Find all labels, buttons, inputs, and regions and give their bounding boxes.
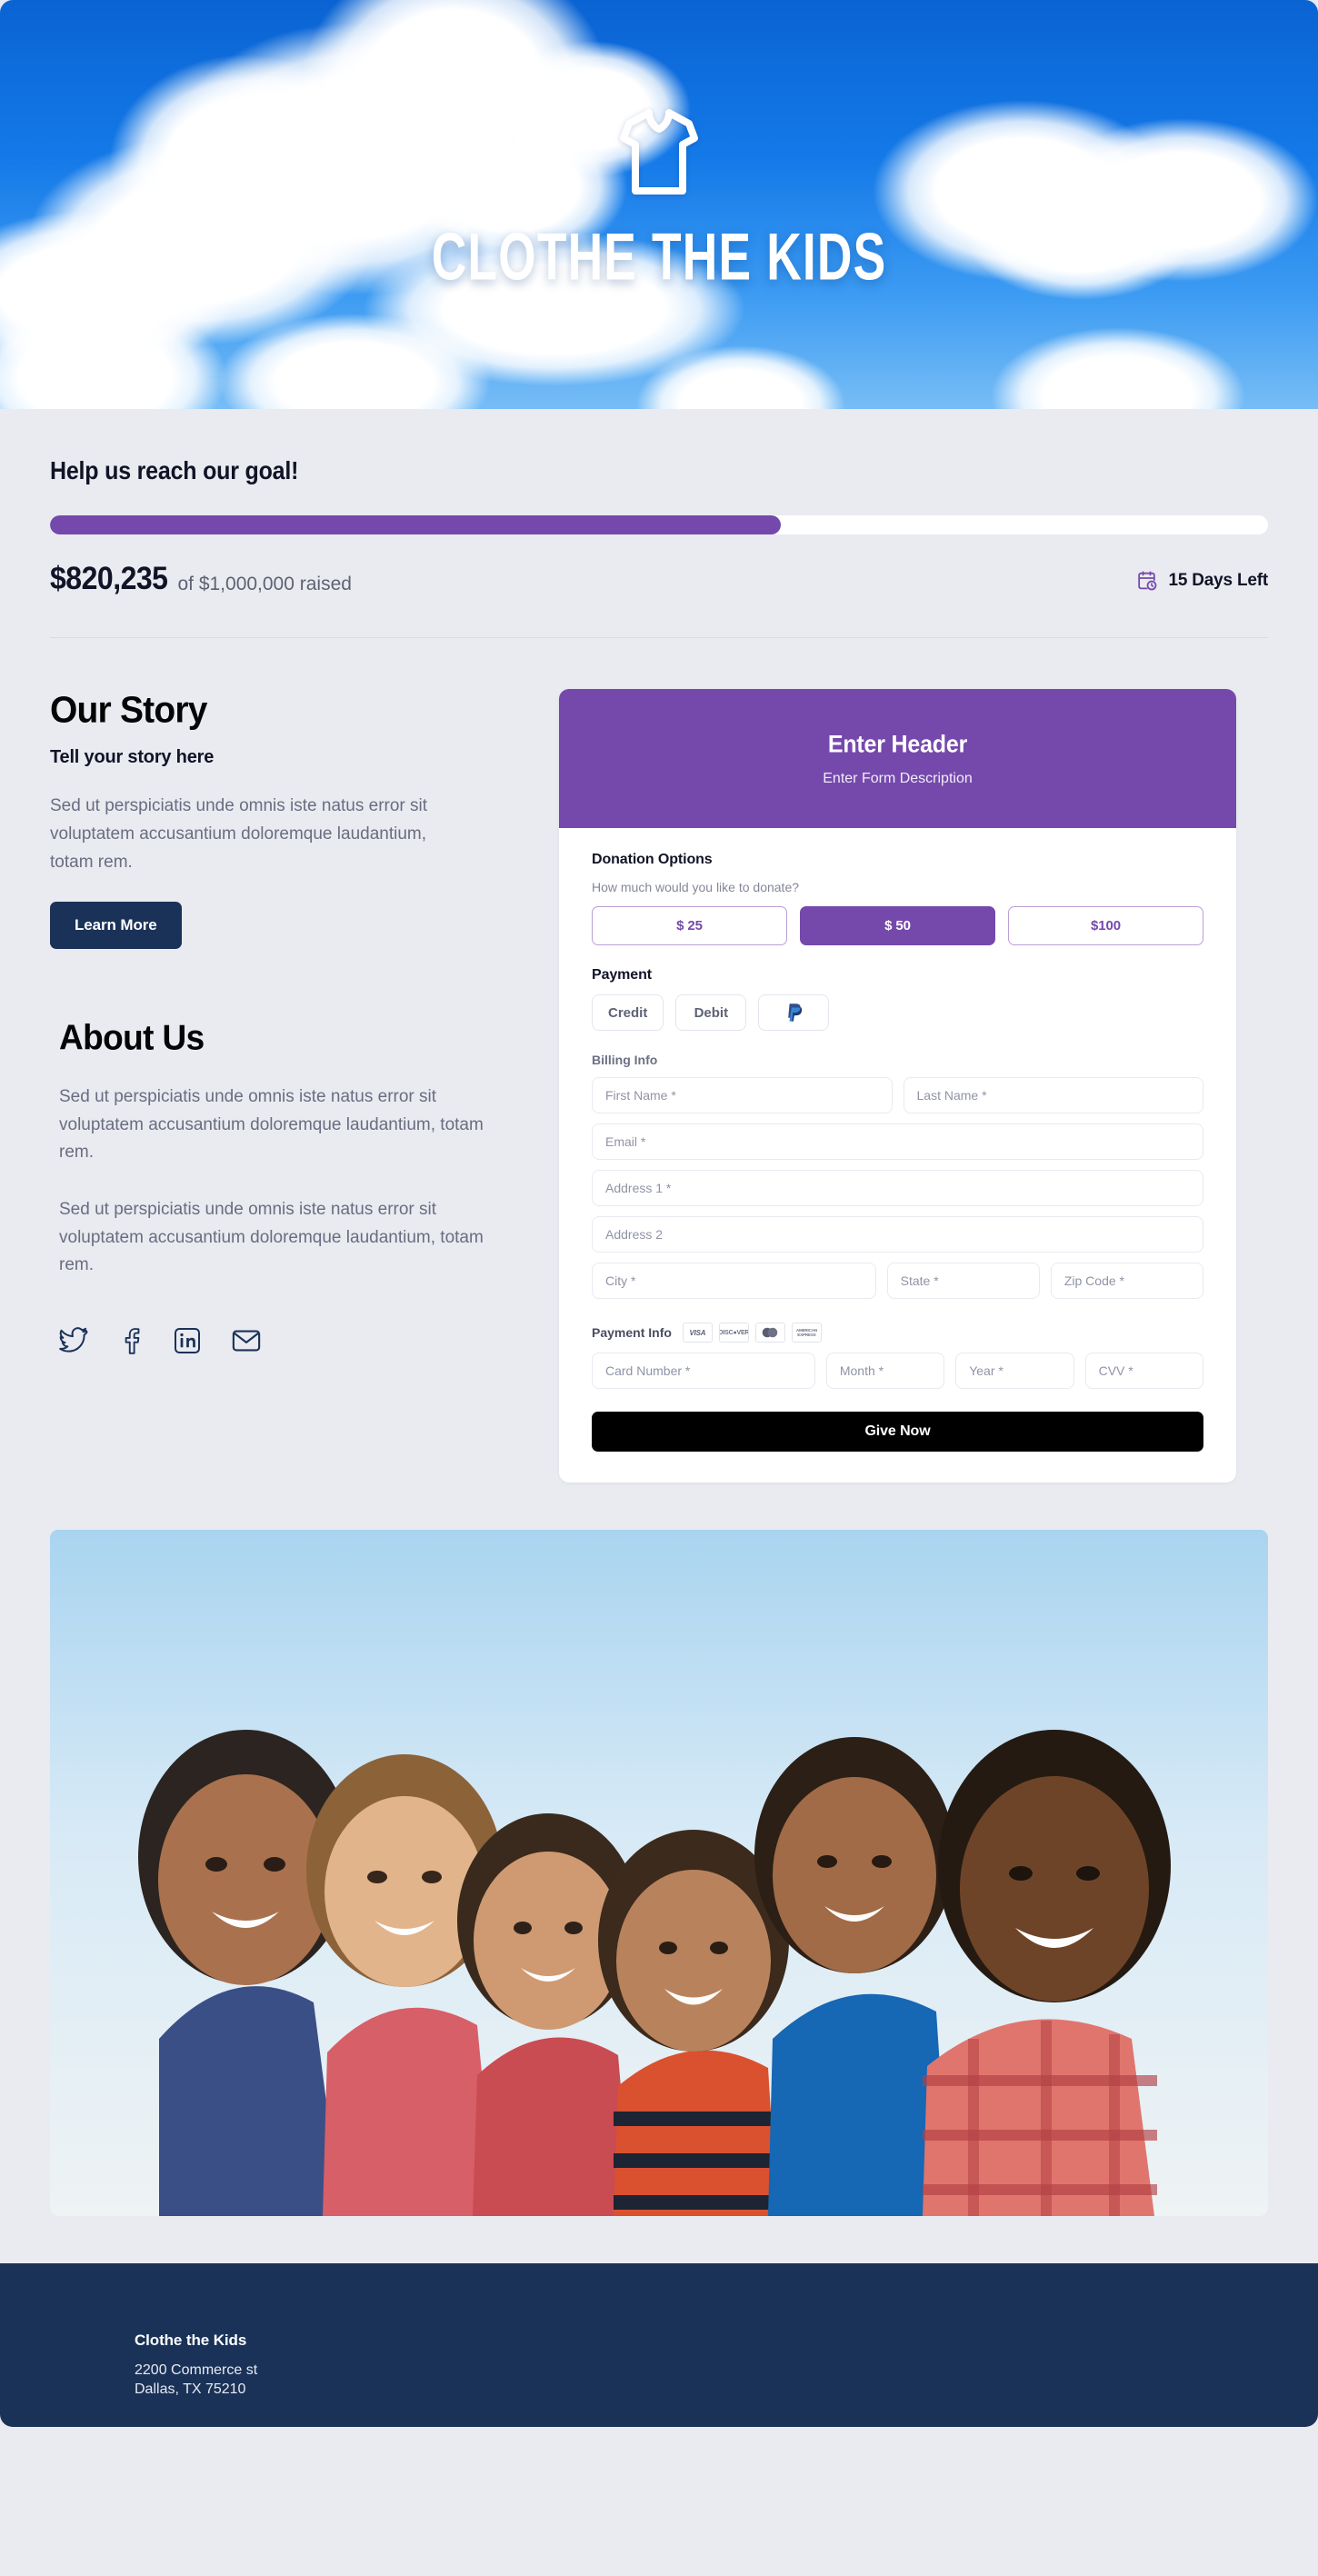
- form-header-title: Enter Header: [827, 730, 968, 759]
- mastercard-icon: [754, 1323, 785, 1343]
- story-column: Our Story Tell your story here Sed ut pe…: [50, 638, 559, 1354]
- social-link-email[interactable]: [232, 1328, 261, 1353]
- city-field[interactable]: [592, 1263, 876, 1299]
- goal-heading: Help us reach our goal!: [50, 456, 299, 485]
- form-body: Donation Options How much would you like…: [559, 828, 1236, 1483]
- paypal-icon: [788, 1003, 803, 1022]
- zip-code-field[interactable]: [1050, 1263, 1204, 1299]
- goal-section: Help us reach our goal! $820,235 of $1,0…: [0, 409, 1318, 597]
- cvv-field[interactable]: [1084, 1353, 1203, 1389]
- accepted-card-brands: VISA DISC●VER AMERICAN EXPRESS: [682, 1323, 822, 1343]
- calendar-clock-icon: [1138, 571, 1157, 591]
- donation-form-column: Enter Header Enter Form Description Dona…: [559, 638, 1236, 1483]
- payment-method-group: Credit Debit: [592, 994, 1203, 1031]
- billing-city-state-zip-row: [592, 1263, 1204, 1299]
- donation-options-help: How much would you like to donate?: [592, 880, 800, 894]
- email-icon: [232, 1330, 261, 1352]
- donation-form-card: Enter Header Enter Form Description Dona…: [559, 689, 1236, 1483]
- learn-more-button[interactable]: Learn More: [50, 902, 182, 950]
- our-story-subheading: Tell your story here: [50, 747, 215, 767]
- days-left-badge: 15 Days Left: [1135, 569, 1268, 592]
- discover-icon: DISC●VER: [718, 1323, 749, 1343]
- donation-amount-100[interactable]: $100: [1008, 906, 1203, 945]
- raised-amount: $820,235: [50, 560, 168, 596]
- give-now-button[interactable]: Give Now: [592, 1412, 1203, 1452]
- linkedin-icon: [175, 1327, 200, 1353]
- tshirt-icon: [620, 109, 698, 195]
- card-details-row: [592, 1353, 1203, 1389]
- card-number-field[interactable]: [592, 1353, 815, 1389]
- address-1-field[interactable]: [592, 1170, 1203, 1206]
- our-story-heading: Our Story: [50, 689, 207, 732]
- our-story-body: Sed ut perspiciatis unde omnis iste natu…: [50, 796, 428, 872]
- raised-summary: $820,235 of $1,000,000 raised: [50, 560, 352, 597]
- billing-email-row: [592, 1123, 1203, 1160]
- about-us-heading: About Us: [59, 1018, 205, 1058]
- donation-amount-50[interactable]: $ 50: [800, 906, 995, 945]
- form-header-description: Enter Form Description: [823, 771, 973, 786]
- state-field[interactable]: [886, 1263, 1040, 1299]
- social-links: [50, 1326, 523, 1354]
- last-name-field[interactable]: [903, 1077, 1203, 1113]
- donation-amount-25[interactable]: $ 25: [592, 906, 787, 945]
- payment-method-paypal[interactable]: [758, 994, 830, 1031]
- donation-landing-page: CLOTHE THE KIDS Help us reach our goal! …: [0, 0, 1318, 2576]
- payment-heading: Payment: [592, 967, 652, 983]
- mastercard-circles: [763, 1327, 778, 1338]
- about-us-paragraph-2: Sed ut perspiciatis unde omnis iste natu…: [59, 1200, 484, 1275]
- donation-options-heading: Donation Options: [592, 852, 713, 867]
- goal-progress-fill: [50, 515, 781, 534]
- days-left-label: 15 Days Left: [1168, 570, 1268, 590]
- amex-icon: AMERICAN EXPRESS: [791, 1323, 822, 1343]
- raised-goal-text: of $1,000,000 raised: [177, 574, 352, 594]
- social-link-linkedin[interactable]: [174, 1327, 201, 1354]
- donation-amount-group: $ 25 $ 50 $100: [592, 906, 1203, 945]
- footer-org-name: Clothe the Kids: [135, 2331, 247, 2349]
- page-title: CLOTHE THE KIDS: [431, 218, 887, 295]
- social-link-twitter[interactable]: [59, 1326, 88, 1354]
- billing-info-label: Billing Info: [592, 1053, 658, 1067]
- form-header: Enter Header Enter Form Description: [559, 689, 1236, 828]
- payment-info-label: Payment Info: [592, 1325, 672, 1340]
- twitter-icon: [59, 1326, 88, 1353]
- expiry-year-field[interactable]: [955, 1353, 1074, 1389]
- facebook-icon: [125, 1327, 140, 1354]
- visa-icon: VISA: [682, 1323, 713, 1343]
- payment-method-credit[interactable]: Credit: [592, 994, 664, 1031]
- children-photo: [50, 1530, 1268, 2216]
- billing-address2-row: [592, 1216, 1203, 1253]
- expiry-month-field[interactable]: [825, 1353, 945, 1389]
- social-link-facebook[interactable]: [119, 1327, 143, 1354]
- page-footer: Clothe the Kids 2200 Commerce st Dallas,…: [0, 2263, 1318, 2427]
- hero-banner: CLOTHE THE KIDS: [0, 0, 1318, 409]
- about-us-paragraph-1: Sed ut perspiciatis unde omnis iste natu…: [59, 1087, 484, 1163]
- email-field[interactable]: [592, 1123, 1203, 1160]
- first-name-field[interactable]: [592, 1077, 893, 1113]
- billing-address1-row: [592, 1170, 1203, 1206]
- payment-info-row: Payment Info VISA DISC●VER AMERICAN EXPRE…: [592, 1323, 1203, 1343]
- main-content: Our Story Tell your story here Sed ut pe…: [0, 638, 1318, 1483]
- children-photo-illustration: [50, 1530, 1268, 2216]
- footer-address: 2200 Commerce st Dallas, TX 75210: [135, 2362, 258, 2398]
- address-2-field[interactable]: [592, 1216, 1203, 1253]
- payment-method-debit[interactable]: Debit: [675, 994, 747, 1031]
- goal-progress-bar: [50, 515, 1268, 534]
- billing-name-row: [592, 1077, 1203, 1113]
